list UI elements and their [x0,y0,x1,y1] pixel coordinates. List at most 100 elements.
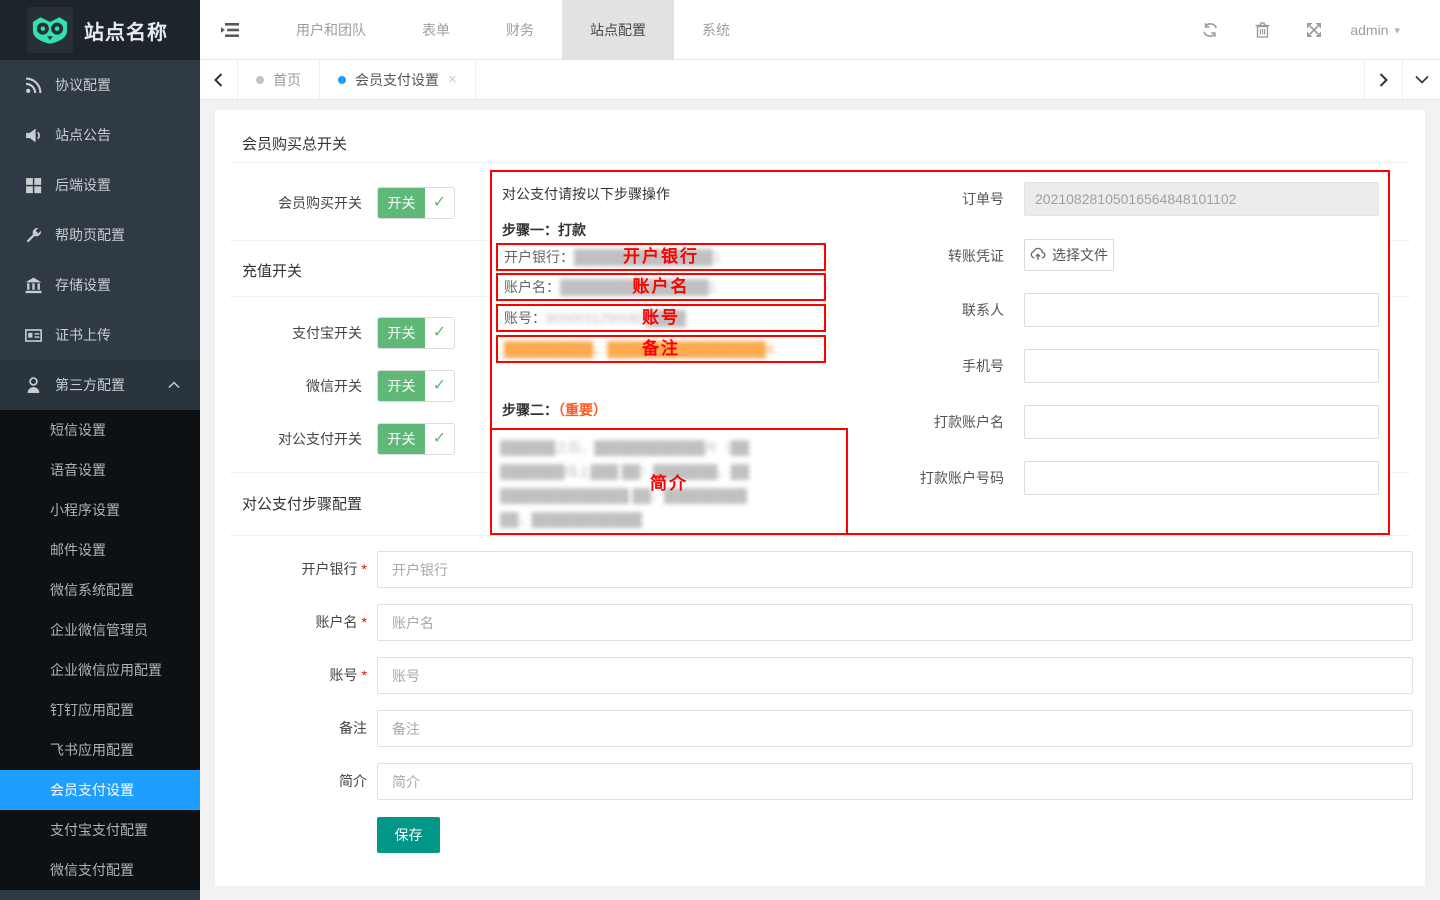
tabs-menu-icon[interactable] [1402,60,1440,99]
submenu-item-feishu-app-config[interactable]: 飞书应用配置 [0,730,200,770]
tabbar: 首页 会员支付设置 × [200,60,1440,100]
nav-item-users-teams[interactable]: 用户和团队 [268,0,394,60]
sidebar-item-help-page-config[interactable]: 帮助页配置 [0,210,200,260]
required-mark: * [362,561,367,577]
nav-item-finance[interactable]: 财务 [478,0,562,60]
refresh-icon[interactable] [1184,0,1236,60]
sidebar-item-label: 帮助页配置 [55,225,125,245]
order-number-input [1024,182,1379,216]
tab-home[interactable]: 首页 [238,60,320,99]
fullscreen-icon[interactable] [1288,0,1340,60]
logo: 站点名称 [0,0,200,60]
required-mark: * [362,667,367,683]
sidebar-item-certificate-upload[interactable]: 证书上传 [0,310,200,360]
demo-account-number-row: 账号：8000011290085████ 账号 [496,304,826,332]
corporate-pay-demo-image: 对公支付请按以下步骤操作 步骤一：打款 开户银行：██████████████1… [490,170,1390,535]
submenu-item-wechat-system-config[interactable]: 微信系统配置 [0,570,200,610]
submenu-item-sms-settings[interactable]: 短信设置 [0,410,200,450]
sidebar-item-label: 站点公告 [55,125,111,145]
check-icon: ✓ [425,424,454,454]
check-icon: ✓ [425,188,454,218]
speaker-icon [25,127,42,144]
top-nav: 用户和团队 表单 财务 站点配置 系统 [200,0,758,60]
collapse-menu-icon[interactable] [200,0,260,60]
user-menu[interactable]: admin ▾ [1350,22,1400,38]
account-number-input[interactable] [377,657,1413,694]
intro-field-label: 简介 [215,763,367,800]
tab-dot-icon [256,76,264,84]
tabs-scroll-left-icon[interactable] [200,60,238,99]
sidebar: 协议配置 站点公告 后端设置 帮助页配置 [0,60,200,900]
section-title-recharge-switch: 充值开关 [242,260,302,281]
switch-on-label: 开关 [378,371,425,401]
sidebar-item-label: 存储设置 [55,275,111,295]
contact-label: 联系人 [864,293,1004,327]
bank-input[interactable] [377,551,1413,588]
account-number-field-label: 账号* [215,657,367,694]
sidebar-item-label: 第三方配置 [55,375,125,395]
sidebar-item-third-party-config[interactable]: 第三方配置 [0,360,200,410]
corporate-pay-switch-label: 对公支付开关 [215,423,362,455]
tab-label: 首页 [273,70,301,90]
intro-input[interactable] [377,763,1413,800]
demo-account-name-row: 账户名：███████████████1 账户名 [496,273,826,301]
topbar-actions: admin ▾ [1184,0,1440,60]
member-purchase-switch[interactable]: 开关 ✓ [377,187,455,219]
blurred-intro-line: ██，████████████ [500,508,838,532]
sidebar-item-label: 后端设置 [55,175,111,195]
tab-label: 会员支付设置 [355,70,439,90]
blurred-account-name-value: ███████████████1 [560,279,717,295]
nav-item-site-config[interactable]: 站点配置 [562,0,674,60]
payer-account-number-input [1024,461,1379,495]
topbar: 站点名称 用户和团队 表单 财务 站点配置 系统 [0,0,1440,60]
sidebar-item-backend-settings[interactable]: 后端设置 [0,160,200,210]
alipay-switch[interactable]: 开关 ✓ [377,317,455,349]
alipay-switch-label: 支付宝开关 [215,317,362,349]
submenu-item-alipay-payment-config[interactable]: 支付宝支付配置 [0,810,200,850]
submenu-item-miniprogram-settings[interactable]: 小程序设置 [0,490,200,530]
member-purchase-switch-label: 会员购买开关 [215,187,362,219]
account-name-input[interactable] [377,604,1413,641]
contact-input [1024,293,1379,327]
sidebar-item-protocol-config[interactable]: 协议配置 [0,60,200,110]
chevron-up-icon [168,381,180,389]
payer-account-name-label: 打款账户名 [864,405,1004,439]
tab-dot-icon [338,76,346,84]
choose-file-button: 选择文件 [1024,239,1114,271]
wrench-icon [25,227,42,244]
tab-member-payment-settings[interactable]: 会员支付设置 × [320,60,476,99]
submenu-item-wecom-admin[interactable]: 企业微信管理员 [0,610,200,650]
upload-cloud-icon [1030,247,1046,264]
divider [230,535,1410,536]
trash-icon[interactable] [1236,0,1288,60]
submenu-item-member-payment-settings[interactable]: 会员支付设置 [0,770,200,810]
divider [230,162,1410,163]
submenu-item-dingtalk-app-config[interactable]: 钉钉应用配置 [0,690,200,730]
wechat-switch[interactable]: 开关 ✓ [377,370,455,402]
rss-icon [25,77,42,94]
submenu-item-wecom-app-config[interactable]: 企业微信应用配置 [0,650,200,690]
transfer-voucher-label: 转账凭证 [864,239,1004,273]
nav-item-forms[interactable]: 表单 [394,0,478,60]
tabs-scroll-right-icon[interactable] [1364,60,1402,99]
switch-on-label: 开关 [378,424,425,454]
close-icon[interactable]: × [448,71,457,88]
submenu-item-wechat-payment-config[interactable]: 微信支付配置 [0,850,200,890]
sidebar-item-label: 协议配置 [55,75,111,95]
sidebar-item-storage-settings[interactable]: 存储设置 [0,260,200,310]
phone-input [1024,349,1379,383]
blurred-intro-line: ███████线上███ ██）███████，██ [500,460,838,484]
submenu-item-mail-settings[interactable]: 邮件设置 [0,530,200,570]
sidebar-item-label: 证书上传 [55,325,111,345]
corporate-pay-switch[interactable]: 开关 ✓ [377,423,455,455]
remark-input[interactable] [377,710,1413,747]
order-number-label: 订单号 [864,182,1004,216]
id-card-icon [25,327,42,344]
save-button[interactable]: 保存 [377,817,440,853]
switch-on-label: 开关 [378,188,425,218]
wechat-switch-label: 微信开关 [215,370,362,402]
submenu-item-voice-settings[interactable]: 语音设置 [0,450,200,490]
nav-item-system[interactable]: 系统 [674,0,758,60]
tabbar-spacer [476,60,1364,99]
sidebar-item-site-announcement[interactable]: 站点公告 [0,110,200,160]
